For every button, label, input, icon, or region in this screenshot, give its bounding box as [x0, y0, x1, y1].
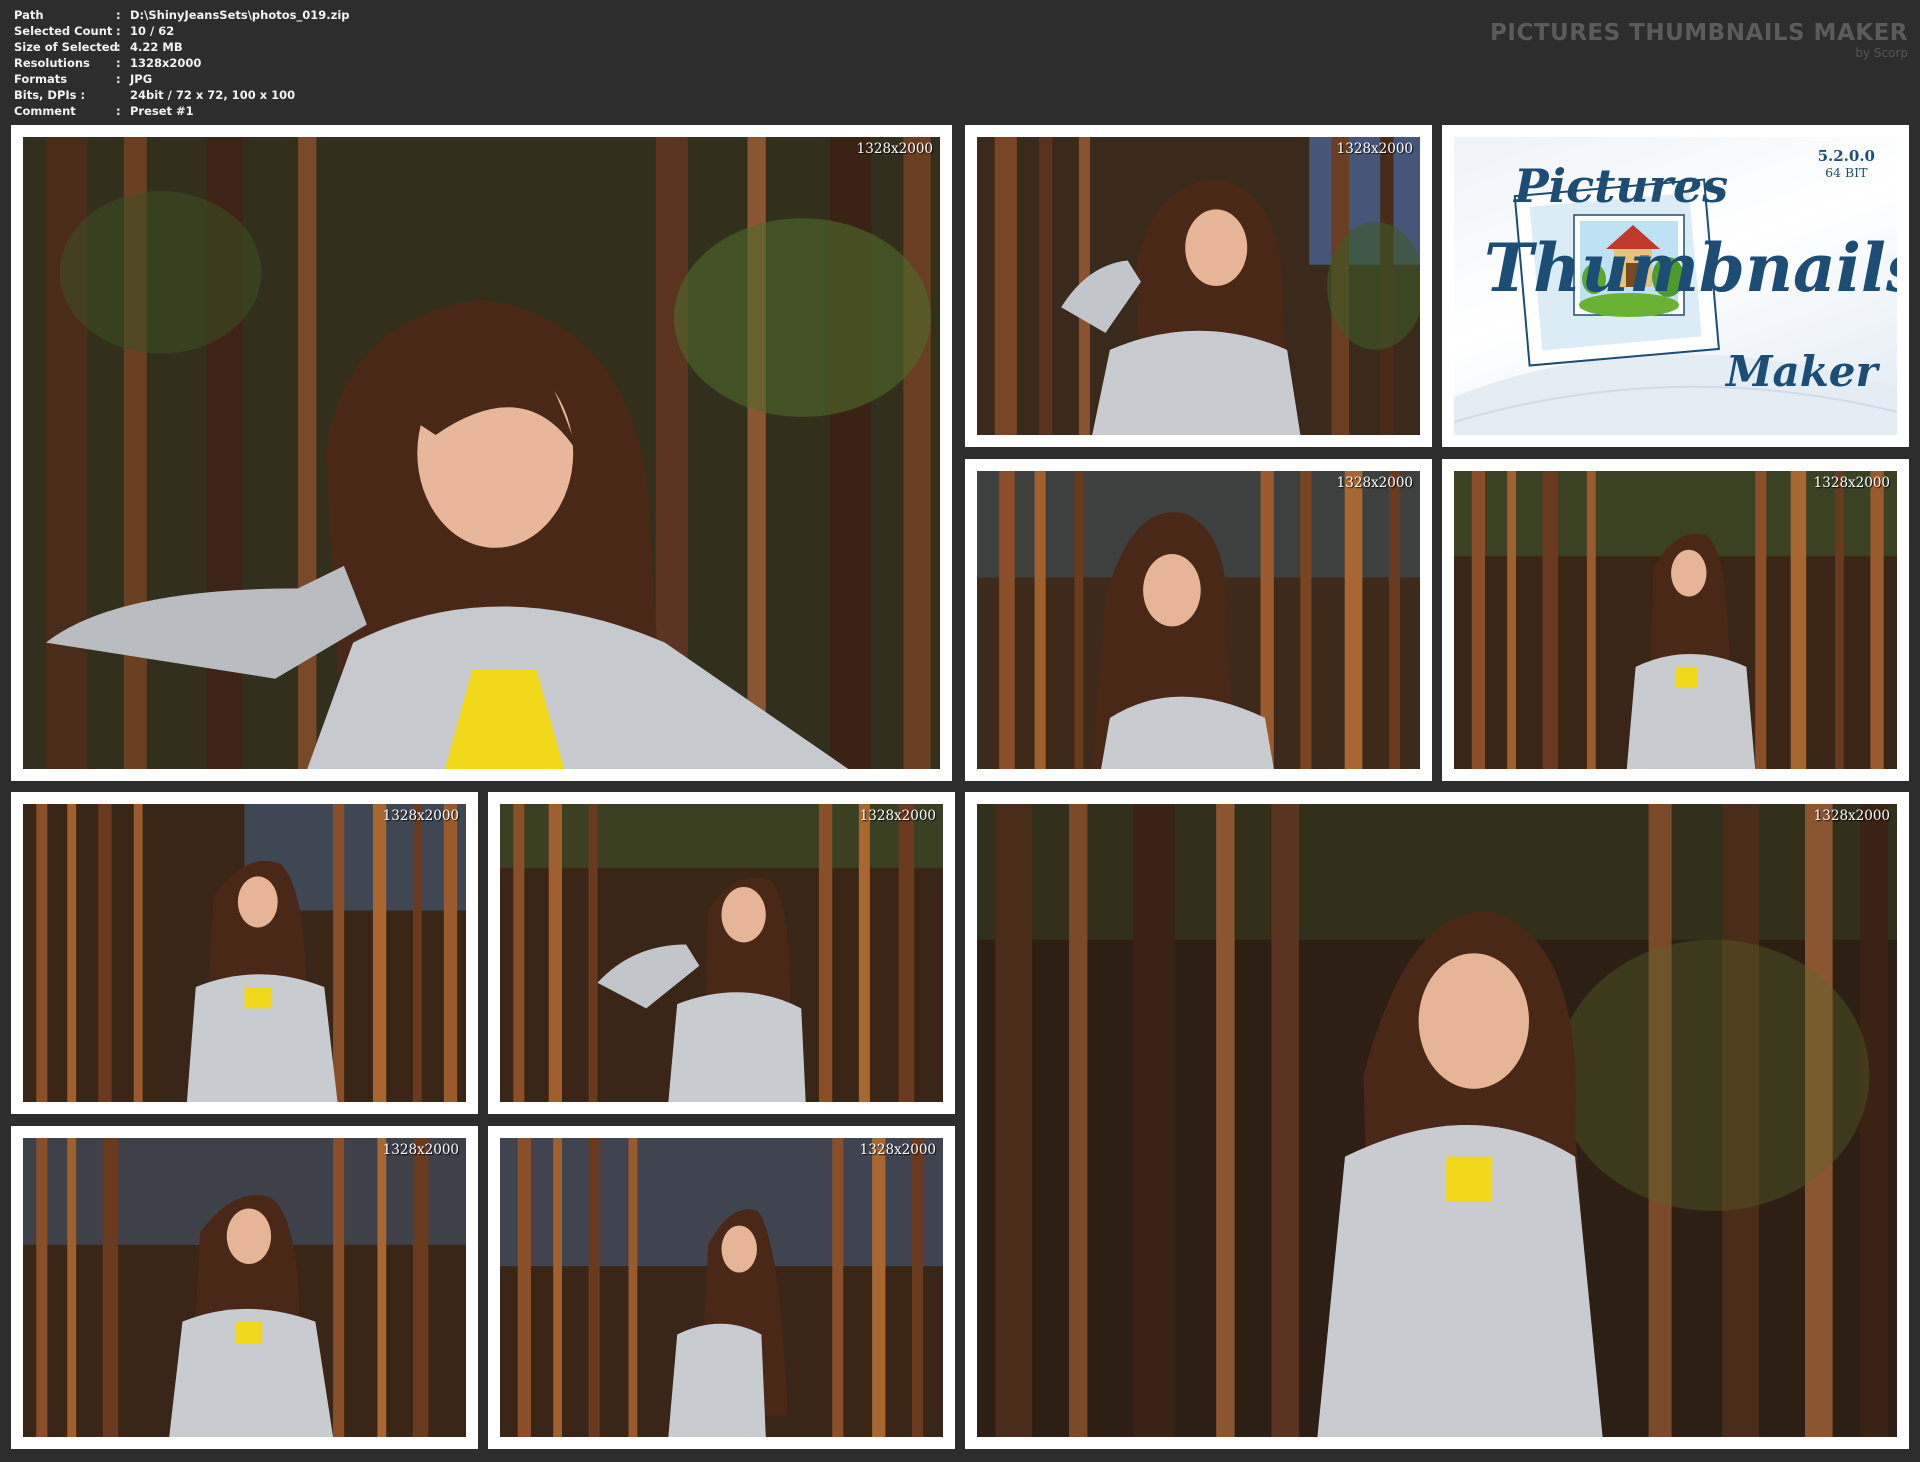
thumbnail-tile-2[interactable]: 1328x2000 [965, 125, 1432, 447]
thumbnail-tile-5[interactable]: 1328x2000 [11, 792, 478, 1114]
resolution-label: 1328x2000 [859, 808, 936, 824]
photo-thumbnail: 1328x2000 [23, 137, 940, 769]
resolution-label: 1328x2000 [382, 1142, 459, 1158]
info-value: D:\ShinyJeansSets\photos_019.zip [130, 8, 350, 22]
resolution-label: 1328x2000 [1336, 141, 1413, 157]
thumbnail-tile-7[interactable]: 1328x2000 [965, 792, 1909, 1449]
info-key: Resolutions [14, 56, 90, 70]
forest-portrait-image [23, 137, 940, 769]
info-sep: : [116, 8, 121, 22]
version-number: 5.2.0.0 [1817, 147, 1875, 165]
forest-portrait-image [23, 1138, 466, 1437]
info-key: Bits, DPIs : [14, 88, 86, 102]
forest-portrait-image [977, 471, 1420, 769]
info-sep: : [116, 24, 121, 38]
brand: PICTURES THUMBNAILS MAKER by Scorp [1490, 20, 1908, 60]
forest-portrait-image [977, 137, 1420, 435]
thumbnail-sheet: Path : D:\ShinyJeansSets\photos_019.zip … [0, 0, 1920, 1462]
logo-word-thumbnails: Thumbnails [1484, 229, 1897, 307]
info-block: Path : D:\ShinyJeansSets\photos_019.zip … [14, 7, 350, 119]
version-bits: 64 BIT [1825, 165, 1868, 180]
info-row-path: Path : D:\ShinyJeansSets\photos_019.zip [14, 7, 350, 23]
photo-thumbnail: 1328x2000 [1454, 471, 1897, 769]
photo-thumbnail: 1328x2000 [23, 804, 466, 1102]
info-value: JPG [130, 72, 153, 86]
photo-thumbnail: 1328x2000 [977, 471, 1420, 769]
logo-word-pictures: Pictures [1514, 159, 1729, 213]
thumbnail-tile-3[interactable]: 1328x2000 [965, 459, 1432, 781]
forest-portrait-image [500, 1138, 943, 1437]
resolution-label: 1328x2000 [859, 1142, 936, 1158]
info-value: 24bit / 72 x 72, 100 x 100 [130, 88, 296, 102]
resolution-label: 1328x2000 [1336, 475, 1413, 491]
info-key: Comment [14, 104, 76, 118]
info-value: 1328x2000 [130, 56, 202, 70]
info-row-formats: Formats : JPG [14, 71, 350, 87]
app-logo: Pictures Thumbnails Maker 5.2.0.0 64 BIT [1454, 137, 1897, 435]
info-row-selected-count: Selected Count : 10 / 62 [14, 23, 350, 39]
brand-subtitle: by Scorp [1855, 46, 1908, 60]
info-sep [116, 87, 130, 103]
info-key: Formats [14, 72, 68, 86]
thumbnail-tile-1[interactable]: 1328x2000 [11, 125, 952, 781]
resolution-label: 1328x2000 [1813, 475, 1890, 491]
thumbnail-tile-9[interactable]: 1328x2000 [488, 1126, 955, 1449]
info-key: Path [14, 8, 44, 22]
thumbnail-tile-8[interactable]: 1328x2000 [11, 1126, 478, 1449]
photo-thumbnail: 1328x2000 [977, 804, 1897, 1437]
info-row-comment: Comment : Preset #1 [14, 103, 350, 119]
photo-thumbnail: 1328x2000 [977, 137, 1420, 435]
info-sep: : [116, 40, 121, 54]
info-value: 4.22 MB [130, 40, 183, 54]
info-row-bits-dpis: Bits, DPIs : 24bit / 72 x 72, 100 x 100 [14, 87, 350, 103]
version-badge: 5.2.0.0 64 BIT [1818, 147, 1875, 180]
resolution-label: 1328x2000 [382, 808, 459, 824]
forest-portrait-image [977, 804, 1897, 1437]
info-sep: : [116, 56, 121, 70]
forest-portrait-image [23, 804, 466, 1102]
thumbnail-tile-6[interactable]: 1328x2000 [488, 792, 955, 1114]
photo-thumbnail: 1328x2000 [23, 1138, 466, 1437]
info-row-resolutions: Resolutions : 1328x2000 [14, 55, 350, 71]
info-row-size: Size of Selected : 4.22 MB [14, 39, 350, 55]
info-sep: : [116, 72, 121, 86]
forest-portrait-image [1454, 471, 1897, 769]
info-value: Preset #1 [130, 104, 194, 118]
photo-thumbnail: 1328x2000 [500, 1138, 943, 1437]
resolution-label: 1328x2000 [1813, 808, 1890, 824]
info-sep: : [116, 104, 121, 118]
forest-portrait-image [500, 804, 943, 1102]
info-value: 10 / 62 [130, 24, 175, 38]
brand-title: PICTURES THUMBNAILS MAKER [1490, 20, 1908, 46]
logo-tile: Pictures Thumbnails Maker 5.2.0.0 64 BIT [1442, 125, 1909, 447]
thumbnail-tile-4[interactable]: 1328x2000 [1442, 459, 1909, 781]
logo-word-maker: Maker [1726, 347, 1878, 396]
photo-thumbnail: 1328x2000 [500, 804, 943, 1102]
resolution-label: 1328x2000 [856, 141, 933, 157]
info-key: Size of Selected [14, 40, 118, 54]
info-key: Selected Count [14, 24, 113, 38]
